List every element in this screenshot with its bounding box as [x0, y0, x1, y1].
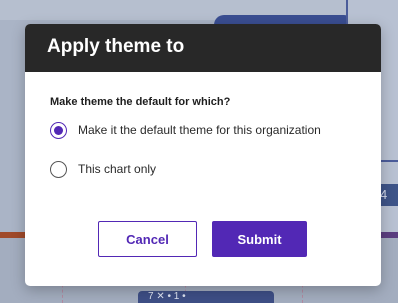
background-footer-toolbar: 7 ✕ • 1 •: [138, 291, 274, 303]
submit-button[interactable]: Submit: [212, 221, 307, 257]
dialog-body: Make theme the default for which? Make i…: [25, 72, 381, 179]
apply-theme-dialog: Apply theme to Make theme the default fo…: [25, 24, 381, 286]
cancel-button[interactable]: Cancel: [98, 221, 197, 257]
radio-selected-icon[interactable]: [50, 121, 67, 139]
option-this-chart-only[interactable]: This chart only: [50, 159, 381, 179]
radio-unselected-icon[interactable]: [50, 160, 67, 178]
radio-dot: [54, 125, 63, 135]
option-label: Make it the default theme for this organ…: [78, 123, 321, 137]
option-organization-default[interactable]: Make it the default theme for this organ…: [50, 120, 381, 140]
option-label: This chart only: [78, 162, 157, 176]
dialog-actions: Cancel Submit: [98, 221, 307, 257]
dialog-question: Make theme the default for which?: [50, 96, 231, 108]
dialog-title: Apply theme to: [25, 24, 381, 72]
